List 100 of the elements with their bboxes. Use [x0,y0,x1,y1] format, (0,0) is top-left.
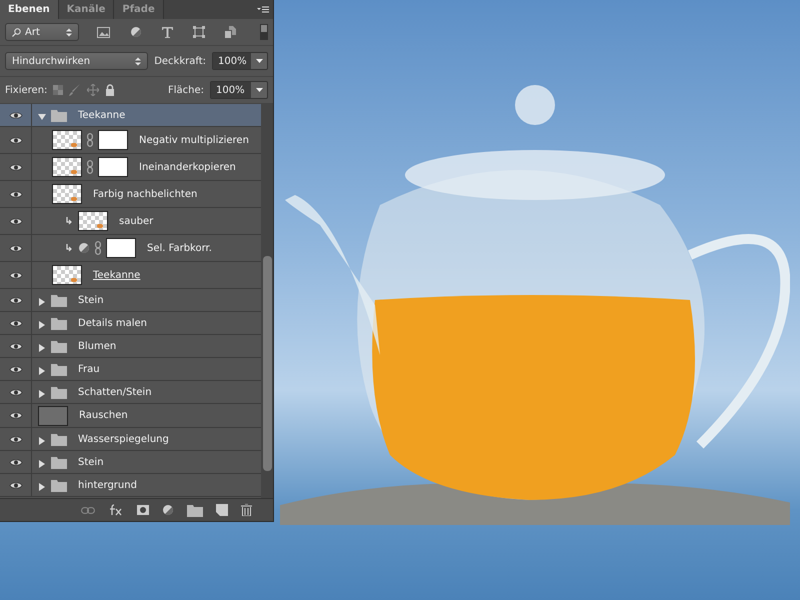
layer-row[interactable]: sauber [0,208,261,235]
shape-filter-icon[interactable] [193,26,205,38]
eye-icon[interactable] [8,434,22,444]
layer-row[interactable]: Ineinanderkopieren [0,154,261,181]
eye-icon[interactable] [8,136,22,144]
layer-row[interactable]: hintergrund [0,474,261,497]
chain-link-icon[interactable] [95,241,101,255]
padlock-icon[interactable] [105,84,116,96]
layer-name: Farbig nachbelichten [93,188,198,200]
expand-triangle-icon[interactable] [38,344,46,352]
adjustment-layer-icon[interactable] [78,242,90,254]
folder-icon [51,386,67,398]
layer-thumbnail [52,157,82,177]
layer-row[interactable]: Teekanne [0,262,261,289]
filter-toggle-icon[interactable] [260,24,268,40]
eye-icon[interactable] [8,364,22,374]
chain-link-icon[interactable] [87,133,93,147]
layer-row[interactable]: Frau [0,358,261,381]
expand-triangle-icon[interactable] [38,298,46,306]
effects-icon[interactable] [108,504,124,516]
trash-icon[interactable] [241,504,252,516]
layer-row[interactable]: Details malen [0,312,261,335]
eye-icon[interactable] [8,110,22,120]
expand-triangle-icon[interactable] [38,436,46,444]
layer-thumbnail [52,184,82,204]
eye-icon[interactable] [8,318,22,328]
folder-icon [51,432,67,446]
layer-name: Frau [78,364,100,374]
folder-icon [187,504,203,516]
dropdown-caret-icon[interactable] [256,88,262,92]
adjustment-icon[interactable] [162,504,174,516]
blend-mode-select[interactable]: Hindurchwirken [5,52,148,70]
new-layer-icon[interactable] [216,504,228,516]
expand-triangle-icon[interactable] [38,460,46,468]
layer-row[interactable]: Stein [0,289,261,312]
fill-layer-thumbnail [38,406,68,426]
layer-row[interactable]: Sel. Farbkorr. [0,235,261,262]
fill-label: Fläche: [168,84,204,96]
expand-triangle-icon[interactable] [38,482,46,490]
layer-name: Teekanne [93,270,140,280]
opacity-label: Deckkraft: [154,56,206,66]
link-icon[interactable] [81,506,95,514]
layer-row[interactable]: Stein [0,451,261,474]
layer-name: Sel. Farbkorr. [147,242,212,254]
checkerboard-lock-icon[interactable] [53,85,64,95]
layer-name: Blumen [78,340,116,352]
smart-object-filter-icon[interactable] [225,26,236,38]
eye-icon[interactable] [8,342,22,350]
expand-triangle-icon[interactable] [38,366,46,374]
search-icon [12,28,21,36]
expand-triangle-icon[interactable] [38,320,46,328]
stepper-arrows-icon [135,56,142,66]
mask-icon[interactable] [137,505,149,515]
folder-icon [51,456,67,468]
layer-thumbnail [52,130,82,150]
eye-icon[interactable] [8,244,22,252]
clipping-arrow-icon [66,244,73,252]
layer-row[interactable]: Wasserspiegelung [0,428,261,451]
image-filter-icon[interactable] [97,26,110,38]
layer-name: hintergrund [78,480,137,490]
eye-icon[interactable] [8,480,22,490]
folder-icon [51,478,67,492]
layer-row[interactable]: Negativ multiplizieren [0,127,261,154]
layer-row[interactable]: Farbig nachbelichten [0,181,261,208]
layer-name: sauber [119,216,154,226]
dropdown-caret-icon[interactable] [256,59,262,63]
lock-label: Fixieren: [5,84,48,96]
opacity-field[interactable]: 100% [212,52,268,70]
filter-kind-select[interactable]: Art [5,23,79,41]
layer-name: Ineinanderkopieren [139,162,236,172]
eye-icon[interactable] [8,388,22,396]
eye-icon[interactable] [8,162,22,172]
eye-icon[interactable] [8,216,22,226]
scrollbar[interactable] [261,104,273,498]
layer-row[interactable]: Teekanne [0,104,261,127]
adjustment-filter-icon[interactable] [130,26,142,38]
eye-icon[interactable] [8,296,22,304]
layer-name: Stein [78,456,104,468]
layer-thumbnail [52,265,82,285]
chain-link-icon[interactable] [87,160,93,174]
eye-icon[interactable] [8,190,22,198]
expand-triangle-icon[interactable] [38,390,46,398]
folder-icon [51,294,67,306]
layer-row[interactable]: Blumen [0,335,261,358]
layer-name: Stein [78,294,104,306]
collapse-triangle-icon[interactable] [38,112,46,120]
eye-icon[interactable] [8,411,22,420]
layer-row[interactable]: Rauschen [0,404,261,428]
layer-name: Negativ multiplizieren [139,134,249,146]
stepper-arrows-icon [66,28,72,36]
fill-field[interactable]: 100% [210,81,268,99]
panel-tab[interactable]: Ebenen [0,0,59,19]
eye-icon[interactable] [8,458,22,466]
panel-menu-icon[interactable] [257,6,269,14]
eye-icon[interactable] [8,270,22,280]
layer-name: Details malen [78,318,147,328]
folder-icon [51,108,67,122]
folder-icon [51,362,67,376]
type-filter-icon[interactable] [162,26,173,38]
layer-row[interactable]: Schatten/Stein [0,381,261,404]
